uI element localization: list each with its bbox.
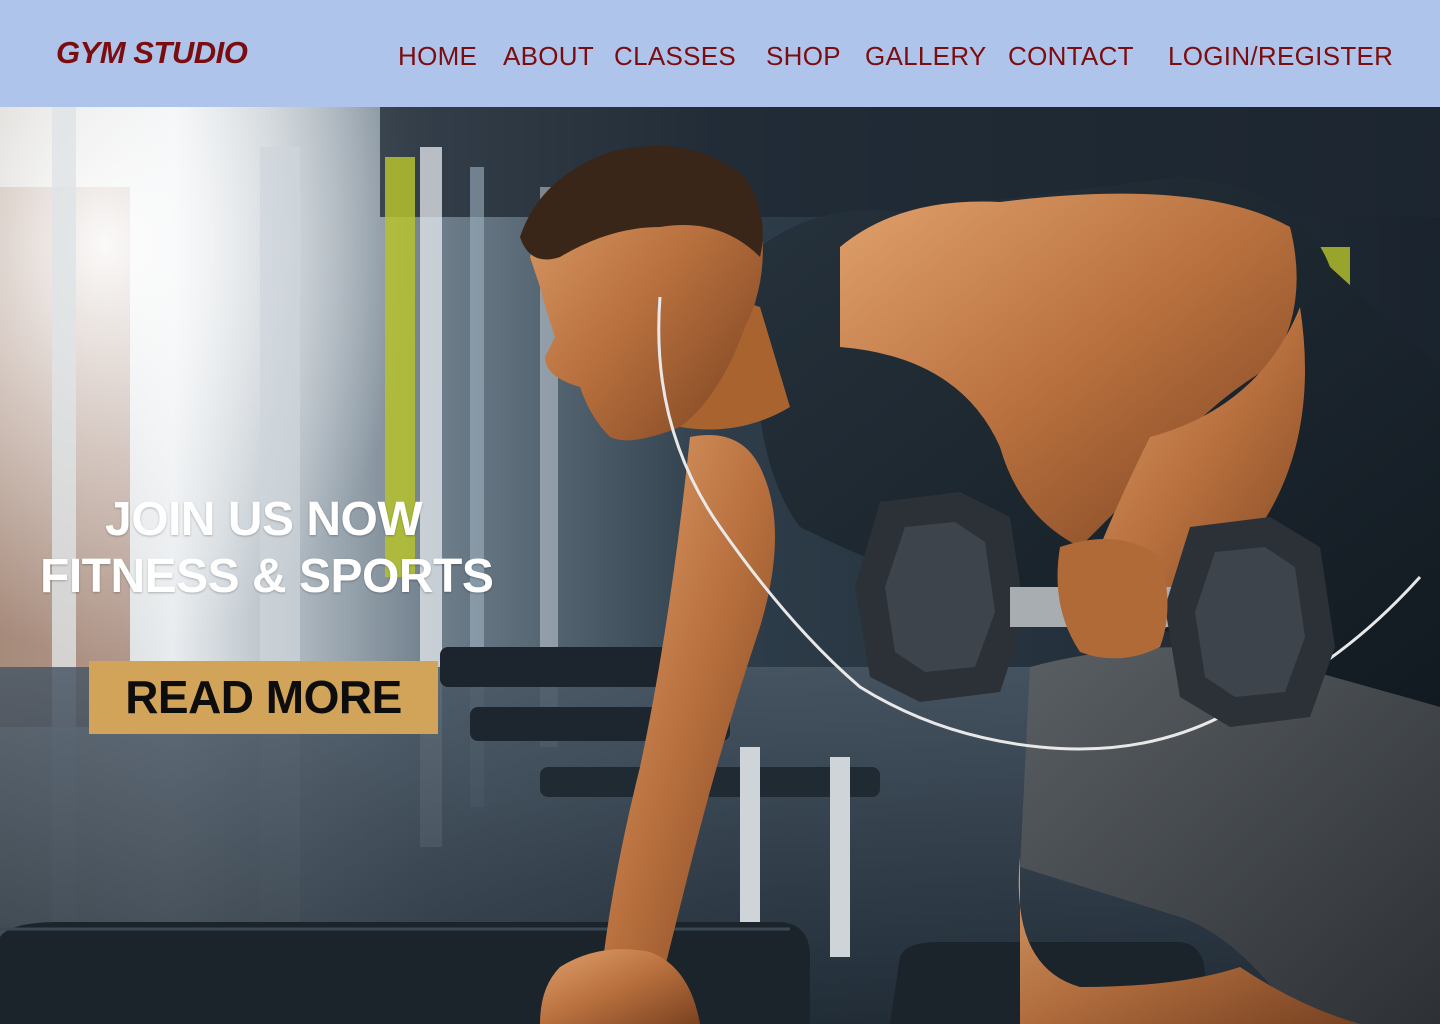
- nav-classes-link[interactable]: CLASSES: [614, 38, 736, 74]
- hero-heading-line1: JOIN US NOW: [105, 493, 423, 546]
- nav-about-link[interactable]: ABOUT: [503, 38, 594, 74]
- read-more-button[interactable]: READ MORE: [89, 661, 438, 734]
- nav-login-register-link[interactable]: LOGIN/REGISTER: [1168, 38, 1393, 74]
- landing-page: GYM STUDIO HOME ABOUT CLASSES SHOP GALLE…: [0, 0, 1440, 1024]
- brand-logo[interactable]: GYM STUDIO: [56, 34, 248, 72]
- nav-gallery-link[interactable]: GALLERY: [865, 38, 987, 74]
- nav-home-link[interactable]: HOME: [398, 38, 477, 74]
- top-navbar: GYM STUDIO HOME ABOUT CLASSES SHOP GALLE…: [0, 0, 1440, 107]
- hero-section: JOIN US NOW FITNESS & SPORTS READ MORE: [0, 107, 1440, 1024]
- nav-contact-link[interactable]: CONTACT: [1008, 38, 1134, 74]
- nav-shop-link[interactable]: SHOP: [766, 38, 841, 74]
- hero-heading-line2: FITNESS & SPORTS: [40, 550, 494, 603]
